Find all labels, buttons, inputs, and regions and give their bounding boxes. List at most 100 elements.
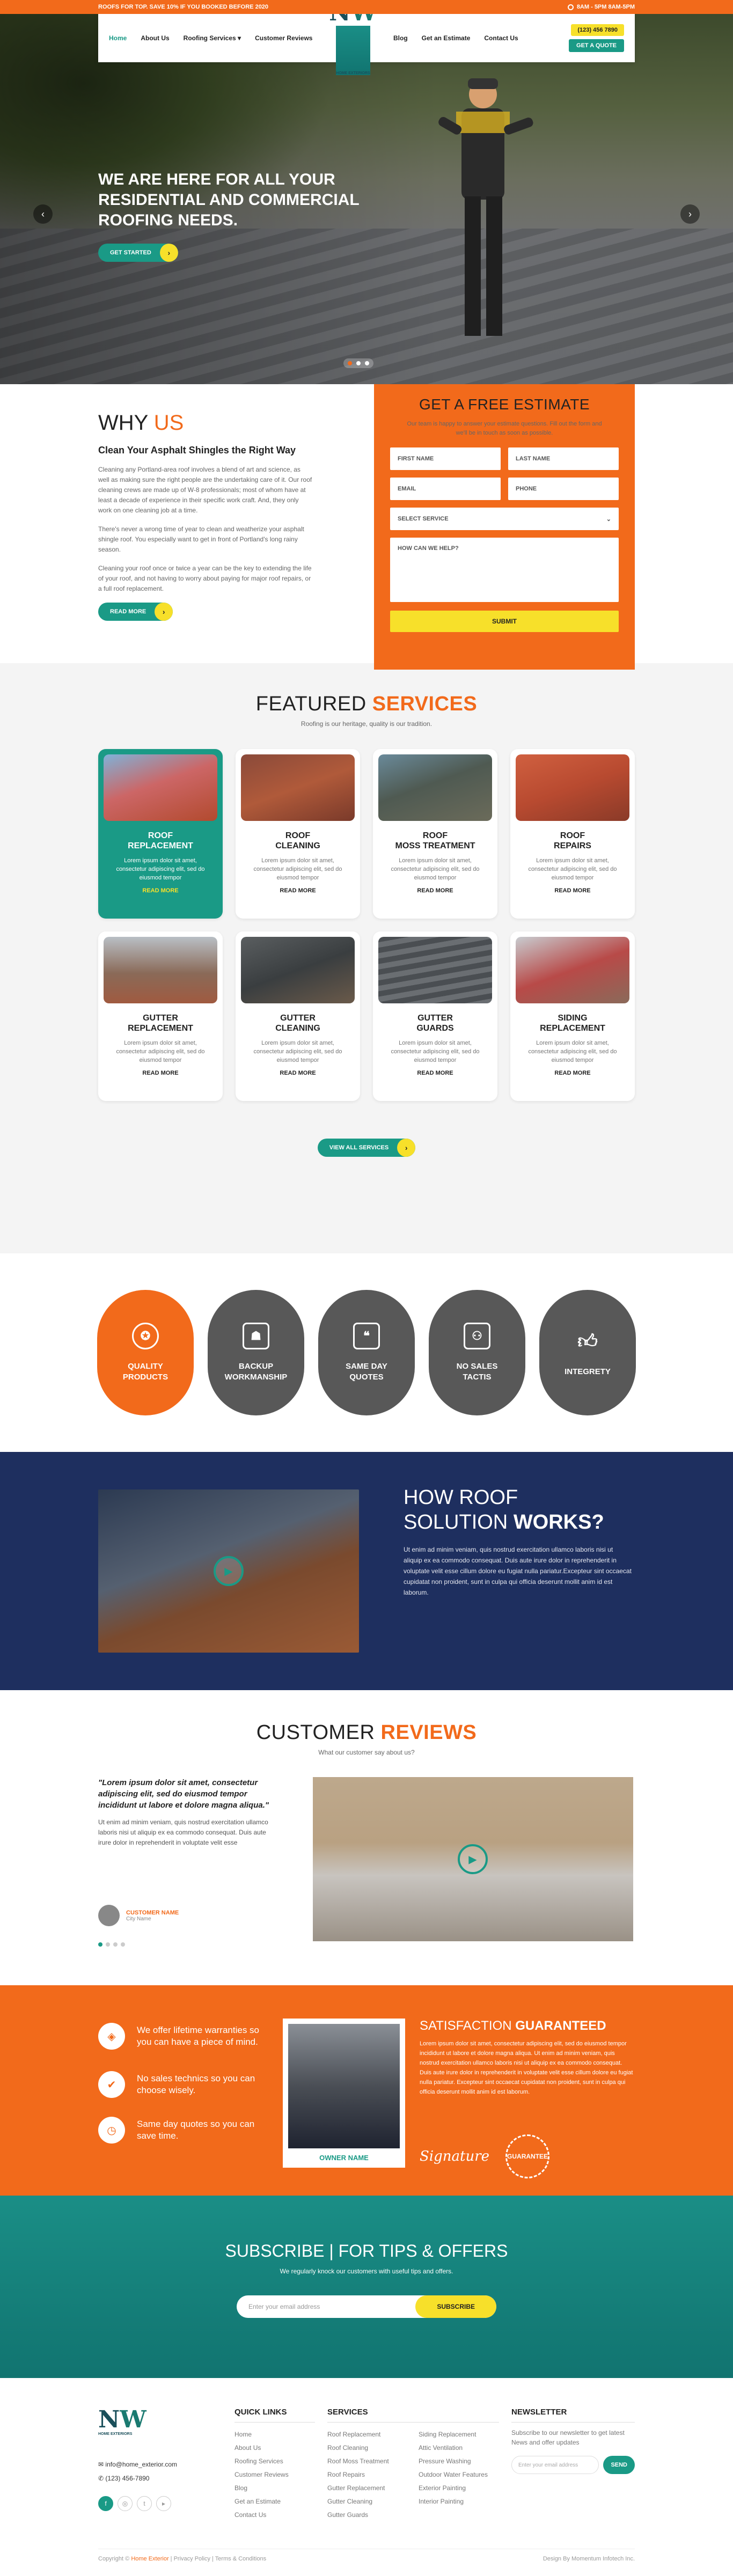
service-card-roof-replacement[interactable]: ROOF REPLACEMENT Lorem ipsum dolor sit am… (98, 749, 223, 919)
service-card-moss-treatment[interactable]: ROOF MOSS TREATMENT Lorem ipsum dolor sit… (373, 749, 497, 919)
subscribe-form: Enter your email address SUBSCRIBE (237, 2295, 496, 2318)
footer-link[interactable]: Roofing Services (234, 2455, 315, 2468)
guarantee-section: ◈ We offer lifetime warranties so you can… (0, 1985, 733, 2196)
nav-roofing-services-label: Roofing Services (183, 34, 236, 42)
value-line-2: WORKMANSHIP (224, 1373, 288, 1382)
service-read-more[interactable]: READ MORE (104, 887, 217, 894)
review-video[interactable]: ▶ (313, 1777, 633, 1941)
copy-post[interactable]: | Privacy Policy | Terms & Conditions (169, 2556, 267, 2562)
service-title-l2: REPLACEMENT (540, 1024, 605, 1033)
nav-estimate[interactable]: Get an Estimate (422, 34, 471, 42)
newsletter-email-input[interactable]: Enter your email address (511, 2456, 599, 2474)
facebook-icon[interactable]: f (98, 2496, 113, 2511)
select-service-dropdown[interactable]: SELECT SERVICE ⌄ (390, 508, 619, 530)
review-dot[interactable] (121, 1942, 125, 1947)
service-read-more[interactable]: READ MORE (241, 1070, 355, 1076)
how-video[interactable]: ▶ (98, 1489, 359, 1653)
chat-icon: ❝ (353, 1323, 380, 1349)
subscribe-button[interactable]: SUBSCRIBE (415, 2295, 496, 2318)
read-more-button[interactable]: READ MORE › (98, 603, 313, 621)
footer-link[interactable]: Siding Replacement (419, 2428, 499, 2441)
service-card-gutter-replacement[interactable]: GUTTER REPLACEMENT Lorem ipsum dolor sit … (98, 931, 223, 1101)
play-icon[interactable]: ▶ (214, 1556, 244, 1586)
slider-prev-button[interactable]: ‹ (33, 204, 53, 224)
promo-text: ROOFS FOR TOP. SAVE 10% IF YOU BOOKED BE… (98, 4, 269, 10)
footer-link[interactable]: Roof Moss Treatment (327, 2455, 408, 2468)
nav-roofing-services[interactable]: Roofing Services ▾ (184, 34, 241, 42)
service-read-more[interactable]: READ MORE (378, 1070, 492, 1076)
review-author: CUSTOMER NAME City Name (98, 1905, 179, 1926)
service-card-gutter-cleaning[interactable]: GUTTER CLEANING Lorem ipsum dolor sit ame… (236, 931, 360, 1101)
footer-link[interactable]: Blog (234, 2482, 315, 2495)
email-field[interactable]: EMAIL (390, 478, 501, 500)
review-dot[interactable] (113, 1942, 118, 1947)
service-read-more[interactable]: READ MORE (516, 1070, 629, 1076)
service-read-more[interactable]: READ MORE (516, 887, 629, 894)
service-card-siding-replacement[interactable]: SIDING REPLACEMENT Lorem ipsum dolor sit … (510, 931, 635, 1101)
footer-link[interactable]: Pressure Washing (419, 2455, 499, 2468)
twitter-icon[interactable]: t (137, 2496, 152, 2511)
value-backup-workmanship: ☗ BACKUP WORKMANSHIP (208, 1290, 304, 1415)
footer-link[interactable]: Exterior Painting (419, 2482, 499, 2495)
service-card-roof-cleaning[interactable]: ROOF CLEANING Lorem ipsum dolor sit amet,… (236, 749, 360, 919)
value-line-2: TACTIS (463, 1373, 492, 1382)
service-title-l1: ROOF (560, 831, 585, 840)
footer-link[interactable]: Attic Ventilation (419, 2441, 499, 2455)
service-card-roof-repairs[interactable]: ROOF REPAIRS Lorem ipsum dolor sit amet, … (510, 749, 635, 919)
footer-email[interactable]: info@home_exterior.com (105, 2461, 177, 2468)
nav-customer-reviews[interactable]: Customer Reviews (255, 34, 312, 42)
nav-home[interactable]: Home (109, 34, 127, 42)
team-icon: ⚇ (464, 1323, 490, 1349)
nav-blog[interactable]: Blog (393, 34, 408, 42)
nav-about[interactable]: About Us (141, 34, 169, 42)
get-quote-button[interactable]: GET A QUOTE (569, 39, 624, 52)
subscribe-email-input[interactable]: Enter your email address (248, 2303, 320, 2310)
service-read-more[interactable]: READ MORE (241, 887, 355, 894)
slider-next-button[interactable]: › (680, 204, 700, 224)
service-title: ROOF MOSS TREATMENT (378, 831, 492, 851)
instagram-icon[interactable]: ◎ (118, 2496, 133, 2511)
footer-link[interactable]: Get an Estimate (234, 2495, 315, 2508)
footer-link[interactable]: About Us (234, 2441, 315, 2455)
help-textarea[interactable]: HOW CAN WE HELP? (390, 538, 619, 602)
nav-cta: (123) 456 7890 GET A QUOTE (569, 24, 624, 52)
service-card-gutter-guards[interactable]: GUTTER GUARDS Lorem ipsum dolor sit amet,… (373, 931, 497, 1101)
slider-dot[interactable] (356, 361, 361, 365)
review-dot[interactable] (106, 1942, 110, 1947)
slider-dot[interactable] (365, 361, 369, 365)
first-name-field[interactable]: FIRST NAME (390, 447, 501, 470)
chevron-down-icon: ⌄ (606, 516, 611, 523)
service-read-more[interactable]: READ MORE (104, 1070, 217, 1076)
footer-link[interactable]: Contact Us (234, 2508, 315, 2522)
footer-phone[interactable]: (123) 456-7890 (105, 2475, 149, 2482)
last-name-field[interactable]: LAST NAME (508, 447, 619, 470)
footer-link[interactable]: Roof Cleaning (327, 2441, 408, 2455)
footer-link[interactable]: Interior Painting (419, 2495, 499, 2508)
slider-dot[interactable] (348, 361, 352, 365)
footer-link[interactable]: Roof Replacement (327, 2428, 408, 2441)
footer-link[interactable]: Gutter Replacement (327, 2482, 408, 2495)
nav-contact[interactable]: Contact Us (484, 34, 518, 42)
phone-field[interactable]: PHONE (508, 478, 619, 500)
review-dot[interactable] (98, 1942, 102, 1947)
footer-link[interactable]: Outdoor Water Features (419, 2468, 499, 2482)
view-all-services-button[interactable]: VIEW ALL SERVICES › (0, 1139, 733, 1157)
submit-button[interactable]: SUBMIT (390, 611, 619, 632)
service-read-more[interactable]: READ MORE (378, 887, 492, 894)
newsletter-send-button[interactable]: SEND (603, 2456, 635, 2474)
phone-button[interactable]: (123) 456 7890 (571, 24, 624, 36)
logo[interactable]: NW HOME EXTERIORS (324, 14, 383, 75)
footer-link[interactable]: Customer Reviews (234, 2468, 315, 2482)
avatar (98, 1905, 120, 1926)
youtube-icon[interactable]: ▸ (156, 2496, 171, 2511)
footer-link[interactable]: Gutter Cleaning (327, 2495, 408, 2508)
get-started-button[interactable]: GET STARTED › (98, 244, 178, 262)
copy-brand[interactable]: Home Exterior (131, 2556, 168, 2562)
footer-logo[interactable]: NW HOME EXTERIORS (98, 2408, 146, 2436)
service-title-l2: CLEANING (275, 841, 320, 850)
footer-link[interactable]: Roof Repairs (327, 2468, 408, 2482)
play-icon[interactable]: ▶ (458, 1844, 488, 1874)
arrow-right-icon: › (159, 244, 178, 262)
footer-link[interactable]: Gutter Guards (327, 2508, 408, 2522)
footer-link[interactable]: Home (234, 2428, 315, 2441)
